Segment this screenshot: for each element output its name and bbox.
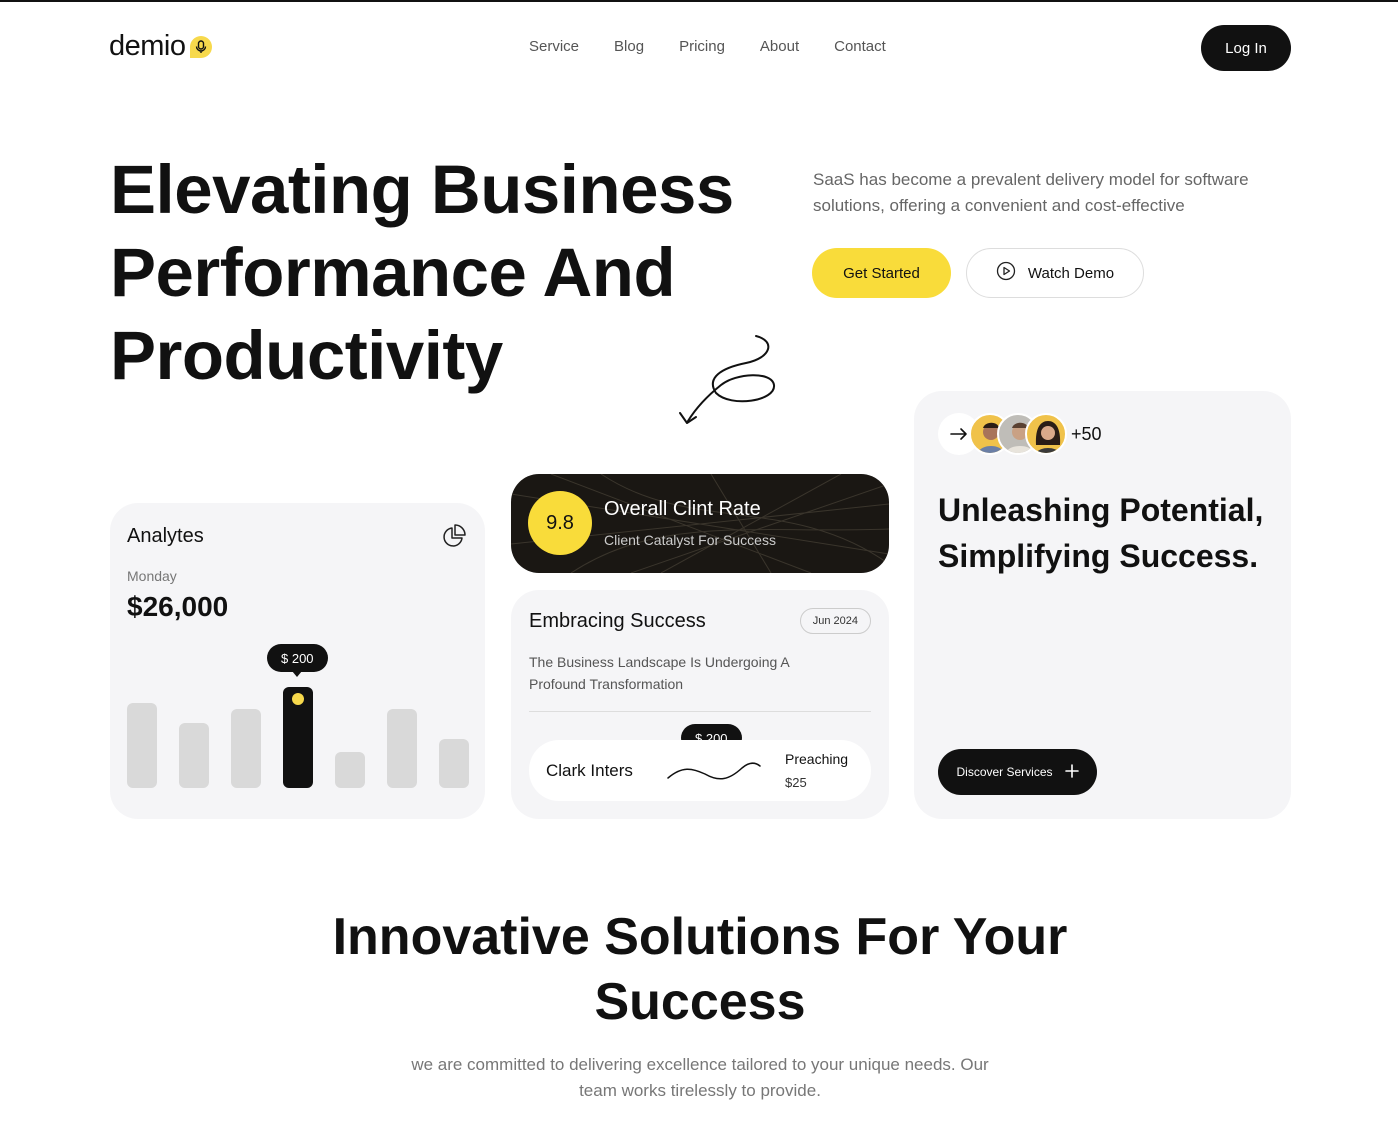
unleash-title: Unleashing Potential, Simplifying Succes… [938, 492, 1264, 574]
analytics-day: Monday [127, 568, 177, 584]
top-border [0, 0, 1398, 2]
client-price: $25 [785, 775, 807, 790]
logo[interactable]: demio [109, 30, 212, 63]
rate-score: 9.8 [528, 491, 592, 555]
main-nav: Service Blog Pricing About Contact [529, 38, 921, 55]
embracing-card: Embracing Success Jun 2024 The Business … [511, 590, 889, 819]
member-count: +50 [1071, 424, 1102, 444]
analytics-value: $26,000 [127, 591, 229, 622]
rate-title: Overall Clint Rate [604, 498, 761, 520]
client-status: Preaching [785, 751, 849, 767]
unleash-card: +50 Unleashing Potential, Simplifying Su… [914, 391, 1291, 819]
analytics-card: Analytes Monday $26,000 $ 200 [110, 503, 485, 819]
login-button[interactable]: Log In [1201, 25, 1291, 71]
embracing-description: The Business Landscape Is Undergoing A P… [529, 654, 789, 692]
play-icon [996, 261, 1016, 285]
chart-bar[interactable] [387, 709, 417, 788]
date-badge: Jun 2024 [799, 608, 871, 634]
bar-marker [292, 693, 304, 705]
section-title: Innovative Solutions For Your Success [332, 908, 1068, 1031]
bar-tooltip: $ 200 [267, 644, 328, 677]
nav-pricing[interactable]: Pricing [679, 38, 725, 55]
nav-blog[interactable]: Blog [614, 38, 644, 55]
chart-bar[interactable] [179, 723, 209, 788]
chart-bar[interactable] [439, 739, 469, 788]
nav-service[interactable]: Service [529, 38, 579, 55]
section-description: we are committed to delivering excellenc… [411, 1055, 989, 1100]
discover-services-button[interactable]: Discover Services [938, 749, 1097, 795]
plus-icon [1064, 763, 1079, 781]
chart-bar[interactable] [335, 752, 365, 788]
chart-bar[interactable] [231, 709, 261, 788]
chart-bar[interactable] [283, 687, 313, 788]
wave-line-icon [667, 762, 761, 780]
hero-description: SaaS has become a prevalent delivery mod… [813, 170, 1249, 215]
client-rate-card: 9.8 Overall Clint Rate Client Catalyst F… [511, 474, 889, 573]
pie-chart-icon[interactable] [441, 523, 467, 554]
discover-services-label: Discover Services [956, 765, 1053, 779]
analytics-bars: $ 200 [127, 643, 472, 788]
watch-demo-button[interactable]: Watch Demo [966, 248, 1144, 298]
client-pill[interactable]: Clark Inters Preaching $25 [529, 740, 871, 801]
avatar [1025, 413, 1067, 455]
squiggle-arrow-icon [679, 335, 775, 424]
rate-subtitle: Client Catalyst For Success [604, 532, 776, 548]
nav-about[interactable]: About [760, 38, 799, 55]
chart-bar[interactable] [127, 703, 157, 788]
get-started-button[interactable]: Get Started [812, 248, 951, 298]
hero-title: Elevating Business Performance And Produ… [110, 151, 734, 394]
watch-demo-label: Watch Demo [1027, 264, 1115, 282]
analytics-title: Analytes [127, 525, 204, 547]
nav-contact[interactable]: Contact [834, 38, 886, 55]
logo-text: demio [109, 30, 186, 62]
microphone-icon [189, 35, 212, 58]
client-name: Clark Inters [546, 761, 633, 780]
embracing-title: Embracing Success [529, 610, 706, 632]
divider [529, 711, 871, 712]
